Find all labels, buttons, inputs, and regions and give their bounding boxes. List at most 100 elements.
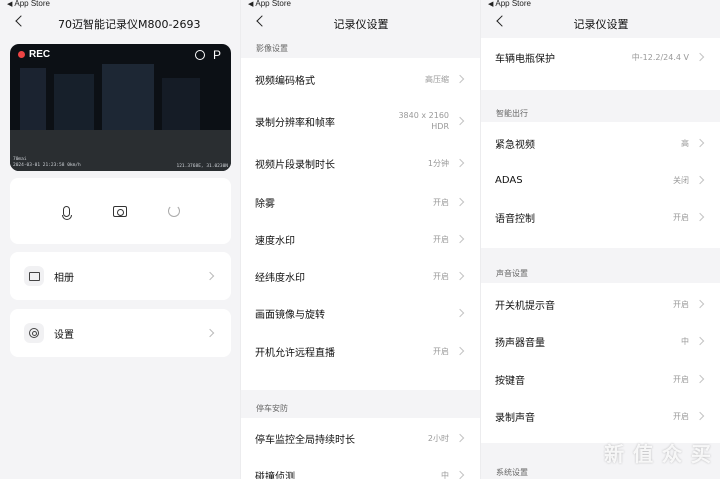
control-bar — [10, 178, 231, 244]
status-label: App Store — [255, 0, 291, 8]
sync-icon[interactable] — [164, 201, 184, 221]
status-bar: ◀ App Store — [488, 0, 531, 8]
building-shape — [102, 64, 154, 138]
resolution-text: 3840 x 2160 — [398, 111, 449, 120]
chevron-right-icon — [695, 411, 705, 421]
chevron-right-icon — [455, 197, 465, 207]
setting-row-record-audio[interactable]: 录制声音 开启 — [481, 397, 720, 435]
section-label-smart: 智能出行 — [496, 109, 528, 118]
back-button[interactable] — [12, 12, 28, 30]
chevron-right-icon — [455, 433, 465, 443]
section-label-image: 影像设置 — [256, 44, 288, 53]
device-panel: ◀ App Store 70迈智能记录仪M800-2693 REC P 70mai… — [0, 0, 240, 479]
album-label: 相册 — [54, 272, 74, 284]
setting-label: 画面镜像与旋转 — [255, 309, 325, 321]
setting-row-power-sound[interactable]: 开关机提示音 开启 — [481, 285, 720, 323]
settings-label: 设置 — [54, 329, 74, 341]
setting-value: 3840 x 2160 HDR — [398, 110, 449, 132]
video-timestamp: 70mai 2024-03-01 21:23:58 0km/h — [13, 157, 81, 169]
setting-row-voice-control[interactable]: 语音控制 开启 — [481, 198, 720, 236]
chevron-right-icon — [205, 271, 215, 281]
chevron-right-icon — [455, 74, 465, 84]
album-icon — [24, 266, 44, 286]
chevron-right-icon — [455, 158, 465, 168]
setting-value: 开启 — [433, 197, 449, 207]
chevron-right-icon — [205, 328, 215, 338]
setting-label: 开机允许远程直播 — [255, 347, 335, 359]
brand-label: 70mai — [13, 157, 27, 162]
screenshot-collage: ◀ App Store 70迈智能记录仪M800-2693 REC P 70mai… — [0, 0, 720, 479]
page-title: 70迈智能记录仪M800-2693 — [58, 18, 201, 31]
chevron-right-icon — [455, 470, 465, 479]
chevron-right-icon — [695, 175, 705, 185]
building-shape — [54, 74, 94, 138]
setting-label: 录制声音 — [495, 412, 535, 424]
setting-value: 中 — [441, 470, 449, 479]
setting-value: 中 — [681, 336, 689, 346]
settings-panel-sound: ◀ App Store 记录仪设置 车辆电瓶保护 中-12.2/24.4 V 智能… — [480, 0, 720, 479]
site-watermark: 新 值 众 买 — [604, 442, 712, 466]
setting-row-emergency-video[interactable]: 紧急视频 高 — [481, 124, 720, 162]
chevron-right-icon — [695, 138, 705, 148]
setting-label: 经纬度水印 — [255, 272, 305, 284]
building-shape — [162, 78, 200, 138]
setting-value: 开启 — [433, 346, 449, 356]
status-label: App Store — [14, 0, 50, 8]
chevron-right-icon — [695, 374, 705, 384]
hdr-text: HDR — [431, 122, 449, 131]
setting-row-adas[interactable]: ADAS 关闭 — [481, 161, 720, 199]
page-title: 记录仪设置 — [573, 18, 629, 31]
setting-row-gps-watermark[interactable]: 经纬度水印 开启 — [241, 257, 480, 295]
chevron-right-icon — [455, 346, 465, 356]
setting-label: 按键音 — [495, 375, 525, 387]
setting-row-key-sound[interactable]: 按键音 开启 — [481, 360, 720, 398]
setting-value: 1分钟 — [427, 158, 449, 168]
wifi-icon — [195, 50, 205, 60]
live-video-preview[interactable]: REC P 70mai 2024-03-01 21:23:58 0km/h 121… — [10, 44, 231, 171]
setting-label: 视频片段录制时长 — [255, 159, 335, 171]
chevron-right-icon — [455, 271, 465, 281]
chevron-right-icon — [695, 212, 705, 222]
setting-row-speed-watermark[interactable]: 速度水印 开启 — [241, 220, 480, 258]
chevron-right-icon — [455, 234, 465, 244]
chevron-right-icon — [455, 116, 465, 126]
status-label: App Store — [495, 0, 531, 8]
back-arrow-icon: ◀ — [248, 1, 254, 8]
setting-label: 碰撞侦测 — [255, 471, 295, 479]
settings-icon — [24, 323, 44, 343]
setting-label: 停车监控全局持续时长 — [255, 434, 355, 446]
settings-panel-image: ◀ App Store 记录仪设置 影像设置 视频编码格式 高压缩 录制分辨率和帧… — [240, 0, 480, 479]
building-shape — [20, 68, 46, 138]
parking-mode-label: P — [212, 48, 221, 62]
setting-label: 紧急视频 — [495, 139, 535, 151]
setting-row-collision[interactable]: 碰撞侦测 中 — [241, 456, 480, 479]
coords-text: 121.3768E, 31.0230N — [176, 164, 228, 169]
chevron-right-icon — [695, 52, 705, 62]
setting-row-battery-protect[interactable]: 车辆电瓶保护 中-12.2/24.4 V — [481, 38, 720, 76]
album-menu-item[interactable]: 相册 — [10, 252, 231, 300]
setting-label: ADAS — [495, 174, 523, 186]
settings-menu-item[interactable]: 设置 — [10, 309, 231, 357]
setting-row-encoding[interactable]: 视频编码格式 高压缩 — [241, 60, 480, 98]
mic-icon[interactable] — [57, 201, 77, 221]
setting-row-defog[interactable]: 除雾 开启 — [241, 183, 480, 221]
setting-value: 开启 — [673, 299, 689, 309]
setting-row-remote-live[interactable]: 开机允许远程直播 开启 — [241, 332, 480, 370]
chevron-right-icon — [455, 308, 465, 318]
back-arrow-icon: ◀ — [7, 1, 13, 8]
camera-icon[interactable] — [110, 201, 130, 221]
setting-value: 2小时 — [427, 433, 449, 443]
setting-label: 速度水印 — [255, 235, 295, 247]
setting-row-clip-length[interactable]: 视频片段录制时长 1分钟 — [241, 144, 480, 182]
setting-value: 中-12.2/24.4 V — [631, 52, 689, 62]
setting-row-resolution[interactable]: 录制分辨率和帧率 3840 x 2160 HDR — [241, 100, 480, 142]
setting-row-mirror-rotate[interactable]: 画面镜像与旋转 — [241, 294, 480, 332]
status-bar: ◀ App Store — [248, 0, 291, 8]
rec-label: REC — [29, 49, 51, 60]
page-title: 记录仪设置 — [333, 18, 389, 31]
section-label-sound: 声音设置 — [496, 269, 528, 278]
setting-row-speaker-volume[interactable]: 扬声器音量 中 — [481, 322, 720, 360]
setting-value: 高 — [681, 138, 689, 148]
setting-row-parking-duration[interactable]: 停车监控全局持续时长 2小时 — [241, 419, 480, 457]
rec-dot-icon — [18, 51, 25, 58]
